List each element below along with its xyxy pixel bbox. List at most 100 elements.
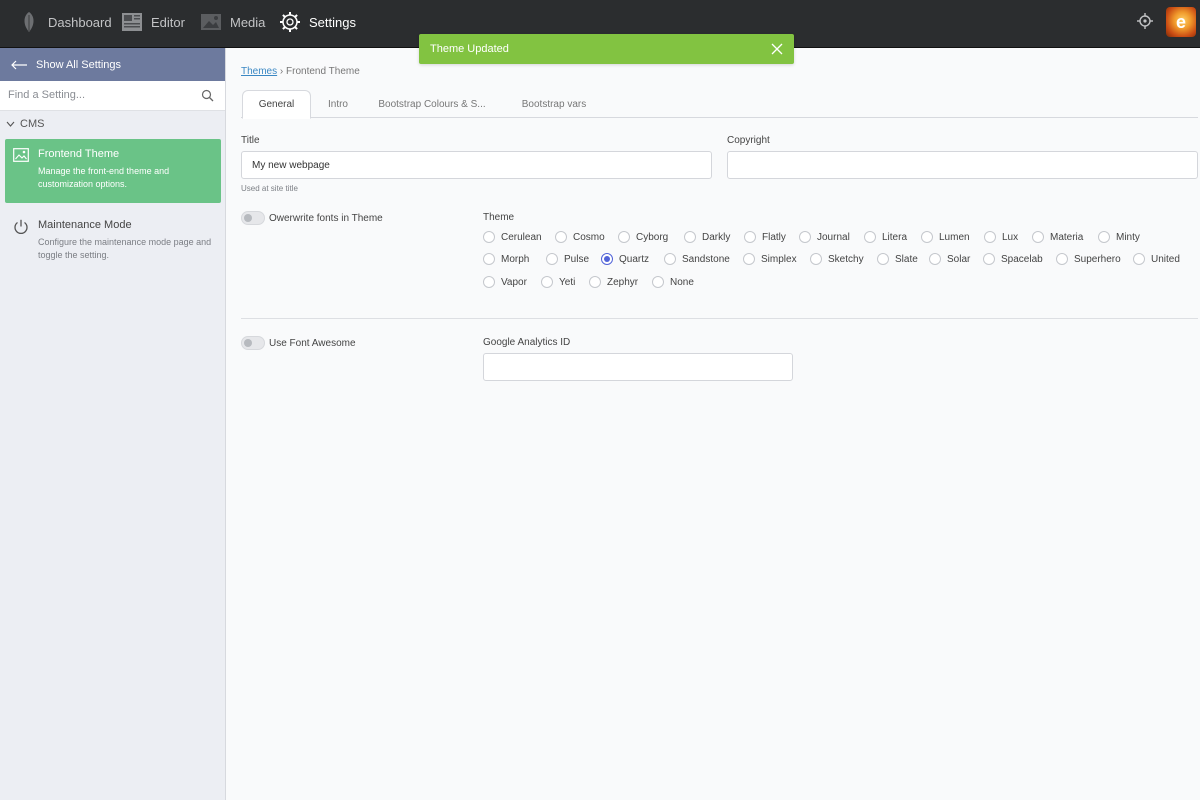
title-field[interactable]: My new webpage xyxy=(241,151,712,179)
sidebar-item-title: Frontend Theme xyxy=(38,148,120,160)
overwrite-fonts-toggle[interactable] xyxy=(241,211,265,225)
search-icon[interactable] xyxy=(201,89,214,102)
theme-option-superhero[interactable]: Superhero xyxy=(1056,251,1121,267)
theme-option-simplex[interactable]: Simplex xyxy=(743,251,797,267)
theme-option-cyborg[interactable]: Cyborg xyxy=(618,229,668,245)
setting-search xyxy=(0,81,225,111)
settings-sidebar: Show All Settings CMS Frontend Theme Man… xyxy=(0,48,226,800)
copyright-field[interactable] xyxy=(727,151,1198,179)
theme-option-label: None xyxy=(670,276,694,288)
theme-option-quartz[interactable]: Quartz xyxy=(601,251,649,267)
theme-option-label: Morph xyxy=(501,253,530,265)
theme-option-zephyr[interactable]: Zephyr xyxy=(589,274,638,290)
theme-option-slate[interactable]: Slate xyxy=(877,251,918,267)
theme-option-label: Vapor xyxy=(501,276,527,288)
close-icon[interactable] xyxy=(770,42,784,56)
sidebar-item-description: Configure the maintenance mode page and … xyxy=(38,237,212,260)
show-all-settings-button[interactable]: Show All Settings xyxy=(0,48,225,81)
settings-tabs: General Intro Bootstrap Colours & S... B… xyxy=(241,90,1198,119)
radio-dot xyxy=(921,231,933,243)
radio-dot xyxy=(483,253,495,265)
tab-intro[interactable]: Intro xyxy=(315,90,361,118)
theme-option-cerulean[interactable]: Cerulean xyxy=(483,229,542,245)
font-awesome-toggle[interactable] xyxy=(241,336,265,350)
theme-option-label: Cosmo xyxy=(573,231,605,243)
sidebar-item-frontend-theme[interactable]: Frontend Theme Manage the front-end them… xyxy=(5,139,221,203)
feather-icon xyxy=(18,11,40,33)
crosshair-icon[interactable] xyxy=(1136,12,1154,30)
theme-option-label: Journal xyxy=(817,231,850,243)
theme-option-united[interactable]: United xyxy=(1133,251,1180,267)
radio-dot xyxy=(589,276,601,288)
font-awesome-label: Use Font Awesome xyxy=(269,338,356,349)
theme-option-morph[interactable]: Morph xyxy=(483,251,529,267)
theme-option-flatly[interactable]: Flatly xyxy=(744,229,786,245)
image-icon xyxy=(200,11,222,33)
title-hint: Used at site title xyxy=(241,184,298,193)
theme-option-label: Yeti xyxy=(559,276,576,288)
radio-dot xyxy=(810,253,822,265)
theme-option-yeti[interactable]: Yeti xyxy=(541,274,575,290)
theme-option-materia[interactable]: Materia xyxy=(1032,229,1083,245)
main-content: Themes › Frontend Theme General Intro Bo… xyxy=(226,48,1200,800)
theme-option-minty[interactable]: Minty xyxy=(1098,229,1140,245)
nav-editor[interactable]: Editor xyxy=(121,0,185,44)
theme-option-darkly[interactable]: Darkly xyxy=(684,229,730,245)
radio-dot xyxy=(929,253,941,265)
power-icon xyxy=(13,219,29,235)
google-analytics-field[interactable] xyxy=(483,353,793,381)
theme-option-cosmo[interactable]: Cosmo xyxy=(555,229,605,245)
avatar[interactable]: e xyxy=(1166,7,1196,37)
theme-option-spacelab[interactable]: Spacelab xyxy=(983,251,1043,267)
nav-media[interactable]: Media xyxy=(200,0,265,44)
theme-option-label: Darkly xyxy=(702,231,731,243)
theme-option-sandstone[interactable]: Sandstone xyxy=(664,251,730,267)
nav-dashboard[interactable]: Dashboard xyxy=(18,0,112,44)
setting-search-input[interactable] xyxy=(0,81,190,109)
tab-general[interactable]: General xyxy=(242,90,311,119)
tab-bootstrap-colours[interactable]: Bootstrap Colours & S... xyxy=(369,90,495,118)
sidebar-item-maintenance-mode[interactable]: Maintenance Mode Configure the maintenan… xyxy=(5,210,221,274)
image-icon xyxy=(13,148,29,164)
theme-option-label: Slate xyxy=(895,253,918,265)
radio-dot xyxy=(877,253,889,265)
radio-dot-selected xyxy=(601,253,613,265)
radio-dot xyxy=(483,276,495,288)
theme-option-litera[interactable]: Litera xyxy=(864,229,907,245)
theme-option-label: Pulse xyxy=(564,253,590,265)
nav-settings[interactable]: Settings xyxy=(279,0,356,44)
theme-option-lux[interactable]: Lux xyxy=(984,229,1018,245)
theme-option-label: Flatly xyxy=(762,231,786,243)
overwrite-fonts-label: Owerwrite fonts in Theme xyxy=(269,213,383,224)
breadcrumb-themes-link[interactable]: Themes xyxy=(241,66,277,77)
theme-option-sketchy[interactable]: Sketchy xyxy=(810,251,864,267)
theme-option-none[interactable]: None xyxy=(652,274,694,290)
radio-dot xyxy=(799,231,811,243)
nav-dashboard-label: Dashboard xyxy=(48,14,112,30)
nav-settings-label: Settings xyxy=(309,14,356,30)
theme-option-label: Cyborg xyxy=(636,231,669,243)
radio-dot xyxy=(743,253,755,265)
theme-label: Theme xyxy=(483,212,515,223)
radio-dot xyxy=(984,231,996,243)
sidebar-group-cms[interactable]: CMS xyxy=(6,118,44,130)
nav-editor-label: Editor xyxy=(151,14,185,30)
theme-option-label: Spacelab xyxy=(1001,253,1043,265)
show-all-settings-label: Show All Settings xyxy=(36,58,121,71)
radio-dot xyxy=(1098,231,1110,243)
nav-media-label: Media xyxy=(230,14,266,30)
theme-option-lumen[interactable]: Lumen xyxy=(921,229,970,245)
toast-notification: Theme Updated xyxy=(419,34,794,64)
radio-dot xyxy=(1032,231,1044,243)
radio-dot xyxy=(541,276,553,288)
theme-option-label: Cerulean xyxy=(501,231,542,243)
theme-option-vapor[interactable]: Vapor xyxy=(483,274,527,290)
radio-dot xyxy=(618,231,630,243)
theme-option-pulse[interactable]: Pulse xyxy=(546,251,589,267)
tab-bootstrap-vars[interactable]: Bootstrap vars xyxy=(509,90,599,118)
breadcrumb-separator: › xyxy=(279,66,284,77)
radio-dot xyxy=(555,231,567,243)
theme-option-solar[interactable]: Solar xyxy=(929,251,970,267)
theme-option-label: Sketchy xyxy=(828,253,864,265)
theme-option-journal[interactable]: Journal xyxy=(799,229,850,245)
